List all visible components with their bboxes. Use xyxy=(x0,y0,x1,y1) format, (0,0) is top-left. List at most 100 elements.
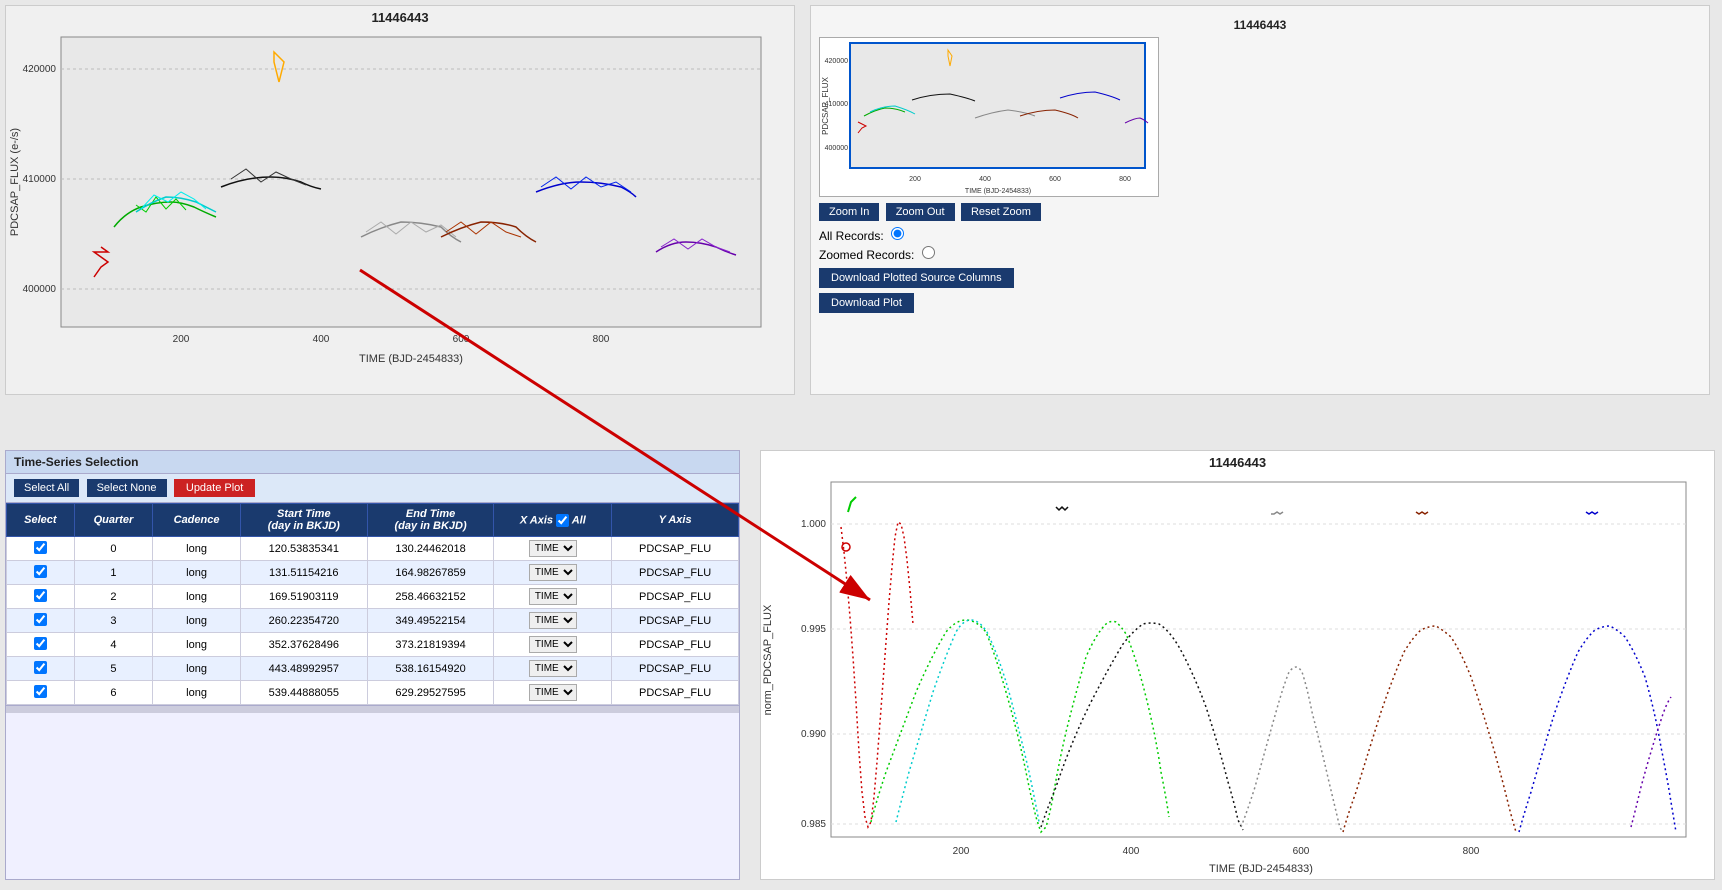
select-all-button[interactable]: Select All xyxy=(14,479,79,497)
zoom-out-button[interactable]: Zoom Out xyxy=(886,203,955,221)
row-3-end-time: 349.49522154 xyxy=(367,609,494,633)
timeseries-header: Time-Series Selection xyxy=(6,451,739,474)
col-header-x-axis: X Axis All xyxy=(494,504,612,537)
row-0-start-time: 120.53835341 xyxy=(240,537,367,561)
col-header-start-time: Start Time(day in BKJD) xyxy=(240,504,367,537)
svg-text:200: 200 xyxy=(953,846,970,857)
row-0-quarter: 0 xyxy=(74,537,153,561)
row-0-cadence: long xyxy=(153,537,241,561)
topleft-plot: 11446443 PDCSAP_FLUX (e-/s) 420000 41000… xyxy=(5,5,795,395)
row-2-start-time: 169.51903119 xyxy=(240,585,367,609)
svg-text:0.995: 0.995 xyxy=(801,624,826,635)
row-6-x-axis-select[interactable]: TIME xyxy=(529,684,577,701)
zoomed-records-radio[interactable] xyxy=(922,246,935,259)
row-3-start-time: 260.22354720 xyxy=(240,609,367,633)
download-columns-button[interactable]: Download Plotted Source Columns xyxy=(819,268,1014,288)
svg-text:600: 600 xyxy=(453,334,470,345)
row-2-checkbox[interactable] xyxy=(34,589,47,602)
row-4-select-cell xyxy=(7,633,75,657)
row-6-y-axis: PDCSAP_FLU xyxy=(612,681,739,705)
row-4-cadence: long xyxy=(153,633,241,657)
bottomright-plot-svg: norm_PDCSAP_FLUX 1.000 0.995 0.990 0.985… xyxy=(761,472,1706,887)
row-2-x-axis: TIME xyxy=(494,585,612,609)
svg-text:420000: 420000 xyxy=(23,64,57,75)
row-3-y-axis: PDCSAP_FLU xyxy=(612,609,739,633)
svg-text:800: 800 xyxy=(593,334,610,345)
records-radio-group: All Records: Zoomed Records: xyxy=(819,227,1701,262)
row-0-x-axis: TIME xyxy=(494,537,612,561)
svg-text:410000: 410000 xyxy=(23,174,57,185)
row-3-cadence: long xyxy=(153,609,241,633)
table-row: 2long169.51903119258.46632152TIMEPDCSAP_… xyxy=(7,585,739,609)
row-2-select-cell xyxy=(7,585,75,609)
svg-text:200: 200 xyxy=(909,176,921,183)
row-2-quarter: 2 xyxy=(74,585,153,609)
svg-text:PDCSAP_FLUX (e-/s): PDCSAP_FLUX (e-/s) xyxy=(9,128,21,236)
row-3-select-cell xyxy=(7,609,75,633)
download-plot-button[interactable]: Download Plot xyxy=(819,293,914,313)
svg-text:0.985: 0.985 xyxy=(801,819,826,830)
row-6-quarter: 6 xyxy=(74,681,153,705)
svg-text:norm_PDCSAP_FLUX: norm_PDCSAP_FLUX xyxy=(762,604,774,715)
zoom-in-button[interactable]: Zoom In xyxy=(819,203,879,221)
col-header-quarter: Quarter xyxy=(74,504,153,537)
select-none-button[interactable]: Select None xyxy=(87,479,167,497)
row-0-x-axis-select[interactable]: TIME xyxy=(529,540,577,557)
row-5-select-cell xyxy=(7,657,75,681)
row-4-x-axis-select[interactable]: TIME xyxy=(529,636,577,653)
svg-text:400000: 400000 xyxy=(23,284,57,295)
svg-text:600: 600 xyxy=(1293,846,1310,857)
row-4-x-axis: TIME xyxy=(494,633,612,657)
update-plot-button[interactable]: Update Plot xyxy=(174,479,255,497)
row-1-end-time: 164.98267859 xyxy=(367,561,494,585)
svg-text:410000: 410000 xyxy=(825,101,848,108)
row-0-end-time: 130.24462018 xyxy=(367,537,494,561)
row-1-quarter: 1 xyxy=(74,561,153,585)
topright-plot-title: 11446443 xyxy=(819,14,1701,34)
row-1-x-axis-select[interactable]: TIME xyxy=(529,564,577,581)
row-1-start-time: 131.51154216 xyxy=(240,561,367,585)
svg-text:400: 400 xyxy=(313,334,330,345)
col-header-cadence: Cadence xyxy=(153,504,241,537)
row-1-checkbox[interactable] xyxy=(34,565,47,578)
row-0-y-axis: PDCSAP_FLU xyxy=(612,537,739,561)
row-4-quarter: 4 xyxy=(74,633,153,657)
zoomed-records-label: Zoomed Records: xyxy=(819,246,1701,262)
row-3-x-axis-select[interactable]: TIME xyxy=(529,612,577,629)
col-header-y-axis: Y Axis xyxy=(612,504,739,537)
row-5-checkbox[interactable] xyxy=(34,661,47,674)
timeseries-buttons: Select All Select None Update Plot xyxy=(6,474,739,503)
col-header-select: Select xyxy=(7,504,75,537)
row-4-checkbox[interactable] xyxy=(34,637,47,650)
row-5-y-axis: PDCSAP_FLU xyxy=(612,657,739,681)
bottomright-plot-title: 11446443 xyxy=(761,451,1714,472)
reset-zoom-button[interactable]: Reset Zoom xyxy=(961,203,1041,221)
row-5-start-time: 443.48992957 xyxy=(240,657,367,681)
row-1-y-axis: PDCSAP_FLU xyxy=(612,561,739,585)
row-3-x-axis: TIME xyxy=(494,609,612,633)
row-6-checkbox[interactable] xyxy=(34,685,47,698)
row-0-checkbox[interactable] xyxy=(34,541,47,554)
x-axis-all-checkbox[interactable] xyxy=(556,514,569,527)
row-2-y-axis: PDCSAP_FLU xyxy=(612,585,739,609)
all-records-label: All Records: xyxy=(819,227,1701,243)
row-5-x-axis-select[interactable]: TIME xyxy=(529,660,577,677)
topleft-plot-svg: PDCSAP_FLUX (e-/s) 420000 410000 400000 … xyxy=(6,27,786,387)
row-4-y-axis: PDCSAP_FLU xyxy=(612,633,739,657)
table-row: 1long131.51154216164.98267859TIMEPDCSAP_… xyxy=(7,561,739,585)
topright-panel: 11446443 PDCSAP_FLUX 420000 410000 40000… xyxy=(810,5,1710,395)
svg-text:400: 400 xyxy=(1123,846,1140,857)
horizontal-scrollbar[interactable] xyxy=(6,705,739,713)
row-3-checkbox[interactable] xyxy=(34,613,47,626)
timeseries-table: Select Quarter Cadence Start Time(day in… xyxy=(6,503,739,705)
row-0-select-cell xyxy=(7,537,75,561)
row-5-quarter: 5 xyxy=(74,657,153,681)
svg-text:800: 800 xyxy=(1119,176,1131,183)
row-1-select-cell xyxy=(7,561,75,585)
mini-plot-svg: PDCSAP_FLUX 420000 410000 400000 200 400… xyxy=(820,38,1158,196)
all-records-radio[interactable] xyxy=(891,227,904,240)
row-4-start-time: 352.37628496 xyxy=(240,633,367,657)
zoom-buttons-group: Zoom In Zoom Out Reset Zoom xyxy=(819,203,1701,221)
row-2-x-axis-select[interactable]: TIME xyxy=(529,588,577,605)
row-5-end-time: 538.16154920 xyxy=(367,657,494,681)
